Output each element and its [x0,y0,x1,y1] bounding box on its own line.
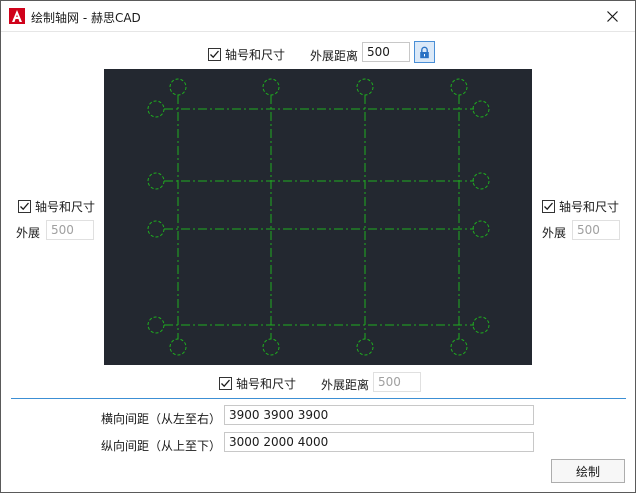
section-divider [11,398,626,399]
app-icon [9,8,25,24]
bottom-axis-checkbox[interactable] [219,377,232,390]
axis-bubble-top [262,78,280,96]
left-axis-option[interactable]: 轴号和尺寸 [18,198,95,215]
axis-bubble-top [356,78,374,96]
vertical-spacing-label: 纵向间距（从上至下） [101,439,222,453]
axis-bubble-right [472,316,490,334]
top-axis-checkbox[interactable] [208,48,221,61]
right-offset-label: 外展 [542,226,567,240]
axis-bubble-left [147,172,165,190]
bottom-axis-label: 轴号和尺寸 [236,377,297,391]
axis-bubble-left [147,220,165,238]
draw-axis-grid-dialog: 绘制轴网 - 赫思CAD 轴号和尺寸 外展距离 500 轴号和尺寸 外展 500 [0,0,636,493]
axis-bubble-bottom [262,338,280,356]
checkmark-icon [210,50,219,59]
checkmark-icon [221,379,230,388]
checkmark-icon [20,202,29,211]
bottom-axis-option[interactable]: 轴号和尺寸 [219,375,296,392]
axis-bubble-left [147,316,165,334]
axis-bubble-right [472,100,490,118]
lock-icon [420,46,429,58]
right-offset-input[interactable]: 500 [572,220,620,240]
axis-grid-drawing [147,78,490,356]
close-button[interactable] [589,1,635,31]
bottom-offset-input[interactable]: 500 [373,372,421,392]
left-offset-input[interactable]: 500 [46,220,94,240]
axis-bubble-right [472,172,490,190]
draw-button[interactable]: 绘制 [551,459,625,483]
axis-bubble-bottom [450,338,468,356]
horizontal-spacing-input[interactable]: 3900 3900 3900 [224,405,534,425]
top-axis-label: 轴号和尺寸 [225,48,286,62]
top-offset-input[interactable]: 500 [362,42,410,62]
lock-button[interactable] [414,41,435,63]
title-bar: 绘制轴网 - 赫思CAD [1,1,635,32]
axis-bubble-left [147,100,165,118]
horizontal-spacing-label: 横向间距（从左至右） [101,412,222,426]
left-axis-label: 轴号和尺寸 [35,200,96,214]
window-title: 绘制轴网 - 赫思CAD [31,11,141,25]
top-axis-option[interactable]: 轴号和尺寸 [208,46,285,63]
draw-button-label: 绘制 [575,464,600,479]
axis-grid-preview [104,69,532,365]
right-axis-option[interactable]: 轴号和尺寸 [542,198,619,215]
vertical-spacing-input[interactable]: 3000 2000 4000 [224,432,534,452]
top-offset-label: 外展距离 [310,49,359,63]
bottom-offset-label: 外展距离 [321,378,370,392]
axis-bubble-top [450,78,468,96]
left-offset-label: 外展 [16,226,41,240]
axis-bubble-bottom [169,338,187,356]
left-axis-checkbox[interactable] [18,200,31,213]
right-axis-label: 轴号和尺寸 [559,200,620,214]
close-icon [606,10,618,22]
axis-bubble-top [169,78,187,96]
axis-bubble-right [472,220,490,238]
right-axis-checkbox[interactable] [542,200,555,213]
checkmark-icon [544,202,553,211]
axis-bubble-bottom [356,338,374,356]
